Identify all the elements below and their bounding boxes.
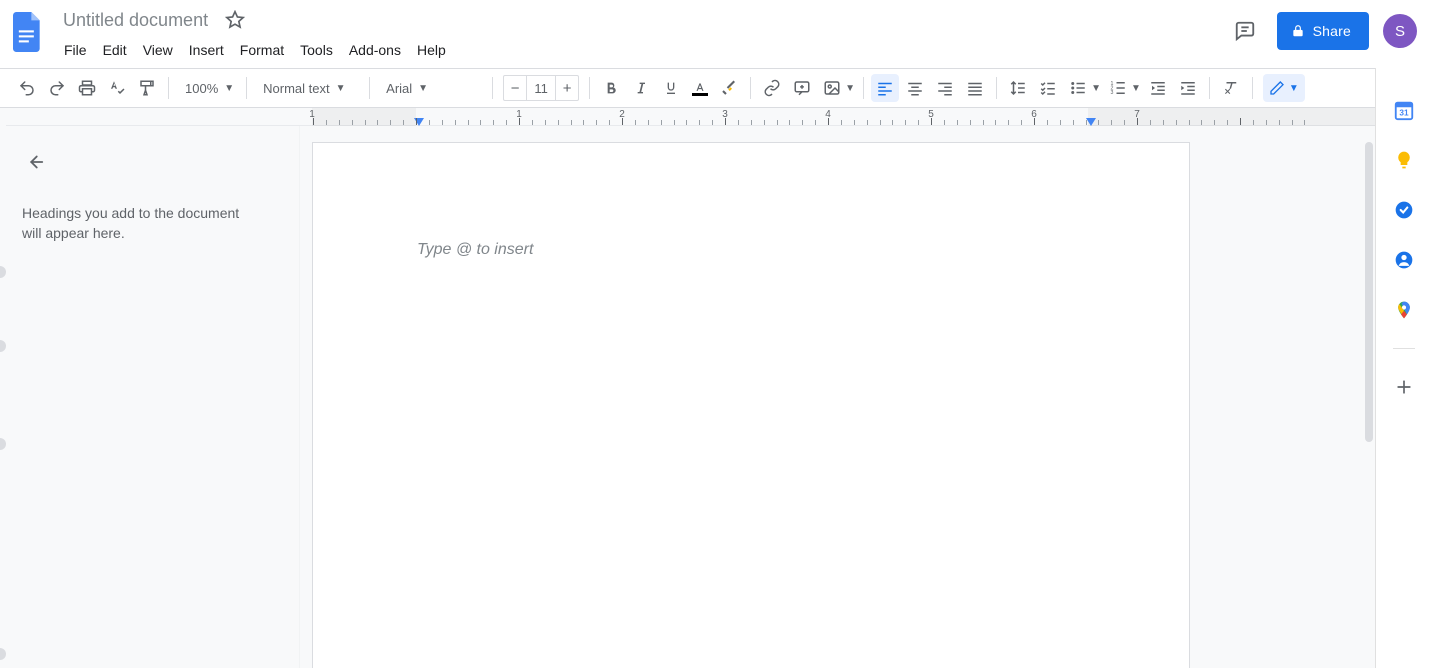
clear-formatting-icon[interactable] [1217,74,1245,102]
ruler[interactable]: 1 1 2 3 4 5 6 7 [0,108,1431,126]
indent-increase-icon[interactable] [1174,74,1202,102]
svg-text:3: 3 [1110,90,1113,96]
keep-icon[interactable] [1392,148,1416,172]
document-placeholder: Type @ to insert [417,241,533,259]
document-outline-panel: Headings you add to the document will ap… [0,126,300,668]
outline-empty-hint: Headings you add to the document will ap… [22,204,262,243]
docs-logo[interactable] [8,6,48,58]
tab-strip [0,108,6,668]
document-canvas[interactable]: Type @ to insert [300,126,1375,668]
scrollbar[interactable] [1363,142,1375,592]
underline-icon[interactable] [657,74,685,102]
bulleted-list-icon[interactable] [1064,74,1092,102]
account-avatar[interactable]: S [1383,14,1417,48]
page[interactable]: Type @ to insert [312,142,1190,668]
paint-format-icon[interactable] [133,74,161,102]
menu-view[interactable]: View [135,38,181,62]
align-left-icon[interactable] [871,74,899,102]
chevron-down-icon: ▼ [336,83,346,94]
tasks-icon[interactable] [1392,198,1416,222]
get-addons-icon[interactable] [1392,375,1416,399]
font-size-input[interactable] [526,76,556,100]
share-button[interactable]: Share [1277,12,1369,50]
document-title[interactable]: Untitled document [56,7,215,34]
align-center-icon[interactable] [901,74,929,102]
menubar: File Edit View Insert Format Tools Add-o… [56,36,1431,64]
chevron-down-icon[interactable]: ▼ [1131,83,1141,94]
menu-tools[interactable]: Tools [292,38,341,62]
bold-icon[interactable] [597,74,625,102]
chevron-down-icon: ▼ [1289,83,1299,94]
close-outline-icon[interactable] [18,146,50,178]
checklist-icon[interactable] [1034,74,1062,102]
lock-icon [1291,24,1305,38]
editing-mode-button[interactable]: ▼ [1263,74,1305,102]
undo-icon[interactable] [13,74,41,102]
share-label: Share [1313,23,1351,39]
font-family-select[interactable]: Arial▼ [376,74,486,102]
open-comments-icon[interactable] [1227,13,1263,49]
menu-help[interactable]: Help [409,38,454,62]
menu-insert[interactable]: Insert [181,38,232,62]
redo-icon[interactable] [43,74,71,102]
spellcheck-icon[interactable] [103,74,131,102]
star-icon[interactable] [223,8,247,32]
indent-decrease-icon[interactable] [1144,74,1172,102]
align-justify-icon[interactable] [961,74,989,102]
side-panel: 31 [1375,68,1431,668]
insert-link-icon[interactable] [758,74,786,102]
italic-icon[interactable] [627,74,655,102]
font-size-group: − + [503,75,579,101]
add-comment-icon[interactable] [788,74,816,102]
chevron-down-icon[interactable]: ▼ [845,83,855,94]
align-right-icon[interactable] [931,74,959,102]
highlight-color-icon[interactable] [715,74,743,102]
chevron-down-icon: ▼ [224,83,234,94]
pencil-icon [1269,80,1285,96]
svg-text:31: 31 [1399,109,1409,118]
maps-icon[interactable] [1392,298,1416,322]
paragraph-style-select[interactable]: Normal text▼ [253,74,363,102]
print-icon[interactable] [73,74,101,102]
contacts-icon[interactable] [1392,248,1416,272]
menu-file[interactable]: File [56,38,95,62]
numbered-list-icon[interactable]: 123 [1104,74,1132,102]
chevron-down-icon: ▼ [418,83,428,94]
menu-addons[interactable]: Add-ons [341,38,409,62]
toolbar: 100%▼ Normal text▼ Arial▼ − + ▼ [0,68,1431,108]
insert-image-icon[interactable] [818,74,846,102]
zoom-select[interactable]: 100%▼ [175,74,240,102]
font-size-decrease[interactable]: − [504,80,526,97]
menu-edit[interactable]: Edit [95,38,135,62]
menu-format[interactable]: Format [232,38,292,62]
line-spacing-icon[interactable] [1004,74,1032,102]
calendar-icon[interactable]: 31 [1392,98,1416,122]
text-color-icon[interactable] [686,74,714,102]
chevron-down-icon[interactable]: ▼ [1091,83,1101,94]
font-size-increase[interactable]: + [556,80,578,97]
